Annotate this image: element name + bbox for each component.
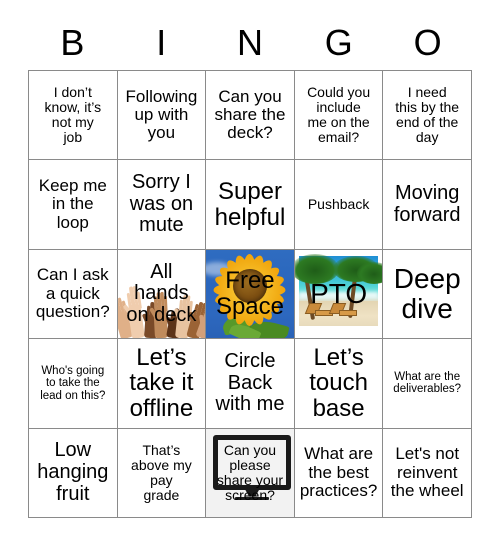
bingo-cell-r5-c4[interactable]: What are the best practices? bbox=[294, 428, 384, 518]
bingo-cell-r3-c5[interactable]: Deep dive bbox=[383, 249, 472, 340]
bingo-cell-label: Deep dive bbox=[393, 262, 461, 324]
bingo-cell-label: What are the best practices? bbox=[299, 444, 378, 500]
bingo-cell-r3-c3[interactable]: Free Space bbox=[206, 249, 295, 340]
bingo-header-letter-i: I bbox=[156, 22, 167, 63]
bingo-cell-r4-c4[interactable]: Let’s touch base bbox=[294, 339, 384, 429]
bingo-cell-label: Let’s take it offline bbox=[129, 343, 194, 423]
bingo-cell-label: Moving forward bbox=[393, 182, 461, 226]
bingo-cell-label: Low hanging fruit bbox=[37, 439, 109, 505]
bingo-header-letter-n: N bbox=[236, 22, 263, 63]
bingo-cell-label: Who's going to take the lead on this? bbox=[40, 364, 106, 402]
bingo-cell-label: That’s above my pay grade bbox=[131, 441, 192, 503]
bingo-cell-r3-c1[interactable]: Can I ask a quick question? bbox=[29, 249, 118, 340]
bingo-cell-r2-c2[interactable]: Sorry I was on mute bbox=[117, 160, 207, 250]
bingo-cell-label: What are the deliverables? bbox=[393, 370, 462, 396]
bingo-cell-r5-c1[interactable]: Low hanging fruit bbox=[29, 428, 118, 518]
bingo-header-letter-b: B bbox=[60, 22, 85, 63]
bingo-cell-label: Super helpful bbox=[214, 177, 286, 231]
bingo-cell-label: Let’s touch base bbox=[309, 343, 368, 423]
bingo-cell-r1-c5[interactable]: I need this by the end of the day bbox=[383, 71, 472, 161]
bingo-cell-r1-c2[interactable]: Following up with you bbox=[117, 71, 207, 161]
bingo-header-letter-o: O bbox=[413, 22, 442, 63]
bingo-cell-r1-c4[interactable]: Could you include me on the email? bbox=[294, 71, 384, 161]
bingo-cell-r2-c5[interactable]: Moving forward bbox=[383, 160, 472, 250]
bingo-cell-r4-c3[interactable]: Circle Back with me bbox=[206, 339, 295, 429]
bingo-cell-r5-c5[interactable]: Let's not reinvent the wheel bbox=[383, 428, 472, 518]
bingo-header: BINGO bbox=[28, 18, 472, 68]
bingo-cell-r4-c2[interactable]: Let’s take it offline bbox=[117, 339, 207, 429]
bingo-header-letter-g: G bbox=[324, 22, 353, 63]
bingo-cell-label: Keep me in the loop bbox=[38, 176, 107, 232]
bingo-cell-r4-c5[interactable]: What are the deliverables? bbox=[383, 339, 472, 429]
bingo-cell-label: Following up with you bbox=[125, 86, 198, 143]
bingo-cell-label: Circle Back with me bbox=[215, 350, 285, 416]
bingo-grid: I don’t know, it’s not my job Following u… bbox=[28, 70, 472, 518]
bingo-cell-label: All hands on deck bbox=[126, 260, 197, 326]
bingo-cell-r5-c2[interactable]: That’s above my pay grade bbox=[117, 428, 207, 518]
bingo-cell-label: I need this by the end of the day bbox=[395, 83, 460, 146]
bingo-cell-label: Can you share the deck? bbox=[214, 86, 286, 143]
bingo-cell-r4-c1[interactable]: Who's going to take the lead on this? bbox=[29, 339, 118, 429]
bingo-cell-r2-c3[interactable]: Super helpful bbox=[206, 160, 295, 250]
bingo-cell-r2-c4[interactable]: Pushback bbox=[294, 160, 384, 250]
bingo-cell-r1-c3[interactable]: Can you share the deck? bbox=[206, 71, 295, 161]
bingo-cell-r1-c1[interactable]: I don’t know, it’s not my job bbox=[29, 71, 118, 161]
bingo-cell-r3-c4[interactable]: PTO bbox=[294, 249, 384, 340]
bingo-cell-r5-c3[interactable]: Can you please share your screen? bbox=[206, 428, 295, 518]
bingo-cell-label: Pushback bbox=[307, 196, 370, 213]
bingo-cell-label: Sorry I was on mute bbox=[129, 171, 194, 237]
bingo-cell-label: Let's not reinvent the wheel bbox=[390, 444, 464, 500]
bingo-cell-label: Could you include me on the email? bbox=[307, 83, 371, 146]
bingo-cell-label: Can I ask a quick question? bbox=[35, 265, 110, 322]
bingo-cell-label: PTO bbox=[310, 277, 368, 309]
bingo-cell-label: I don’t know, it’s not my job bbox=[44, 83, 102, 146]
bingo-cell-r2-c1[interactable]: Keep me in the loop bbox=[29, 160, 118, 250]
bingo-cell-label: Can you please share your screen? bbox=[216, 441, 284, 503]
bingo-cell-r3-c2[interactable]: All hands on deck bbox=[117, 249, 207, 340]
bingo-cell-label: Free Space bbox=[215, 267, 285, 320]
bingo-card: B I N G O I don’t know, it’s not my job Follo… bbox=[0, 0, 500, 544]
